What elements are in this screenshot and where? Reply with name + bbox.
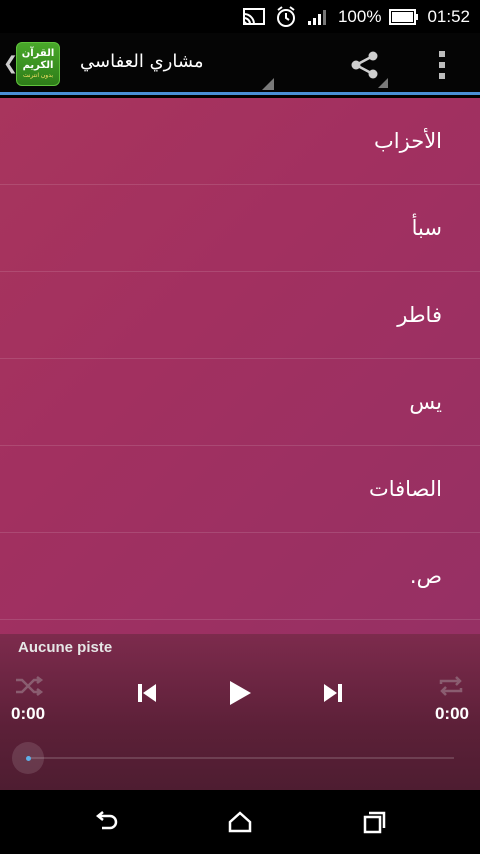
seek-bar[interactable] <box>28 757 454 759</box>
status-bar: 100% 01:52 <box>0 0 480 33</box>
surah-label: الصافات <box>368 477 442 501</box>
skip-next-icon <box>324 684 342 702</box>
repeat-icon <box>439 676 463 696</box>
share-indicator <box>378 78 388 88</box>
surah-label: فاطر <box>397 303 442 327</box>
play-button[interactable] <box>222 676 258 710</box>
play-icon <box>230 681 251 705</box>
list-item[interactable]: ص. <box>0 533 480 620</box>
cast-icon <box>242 6 266 28</box>
battery-icon <box>389 6 419 28</box>
surah-list: الأحزاب سبأ فاطر يس الصافات ص. <box>0 98 480 634</box>
nav-recents-button[interactable] <box>354 806 394 838</box>
nav-home-button[interactable] <box>220 806 260 838</box>
recents-icon <box>363 811 386 834</box>
repeat-button[interactable] <box>434 674 468 698</box>
list-item[interactable]: سبأ <box>0 185 480 272</box>
action-bar: ❮ القرآن الكريم بدون انترنت مشاري العفاس… <box>0 33 480 95</box>
skip-previous-icon <box>138 684 156 702</box>
navigation-bar <box>0 790 480 854</box>
overflow-menu-button[interactable] <box>428 47 456 83</box>
list-item[interactable]: الصافات <box>0 446 480 533</box>
track-name: Aucune piste <box>18 639 113 656</box>
logo-line-1: القرآن <box>21 48 55 59</box>
reciter-spinner-title[interactable]: مشاري العفاسي <box>80 51 204 72</box>
app-logo[interactable]: القرآن الكريم بدون انترنت <box>16 42 60 86</box>
previous-button[interactable] <box>132 678 162 708</box>
surah-label: الأحزاب <box>374 129 442 153</box>
total-time: 0:00 <box>434 704 469 723</box>
surah-label: يس <box>409 390 442 414</box>
home-icon <box>228 811 252 833</box>
back-arrow-icon <box>95 811 118 830</box>
elapsed-time: 0:00 <box>11 704 46 723</box>
alarm-icon <box>274 5 298 28</box>
list-item[interactable]: فاطر <box>0 272 480 359</box>
list-item[interactable]: يس <box>0 359 480 446</box>
share-button[interactable] <box>345 49 385 81</box>
audio-player: Aucune piste 0:00 0:00 <box>0 634 480 790</box>
seek-thumb[interactable] <box>12 742 44 774</box>
list-item[interactable]: الأحزاب <box>0 98 480 185</box>
battery-percent: 100% <box>337 6 382 26</box>
shuffle-button[interactable] <box>12 674 46 698</box>
surah-label: ص. <box>409 564 442 588</box>
shuffle-icon <box>16 676 44 696</box>
share-icon <box>351 51 378 79</box>
spinner-indicator <box>262 78 274 90</box>
next-button[interactable] <box>318 678 348 708</box>
logo-subtitle: بدون انترنت <box>22 72 54 79</box>
logo-line-2: الكريم <box>22 60 54 71</box>
nav-back-button[interactable] <box>86 806 126 838</box>
surah-label: سبأ <box>411 216 442 240</box>
signal-icon <box>306 6 330 28</box>
clock: 01:52 <box>427 6 470 26</box>
